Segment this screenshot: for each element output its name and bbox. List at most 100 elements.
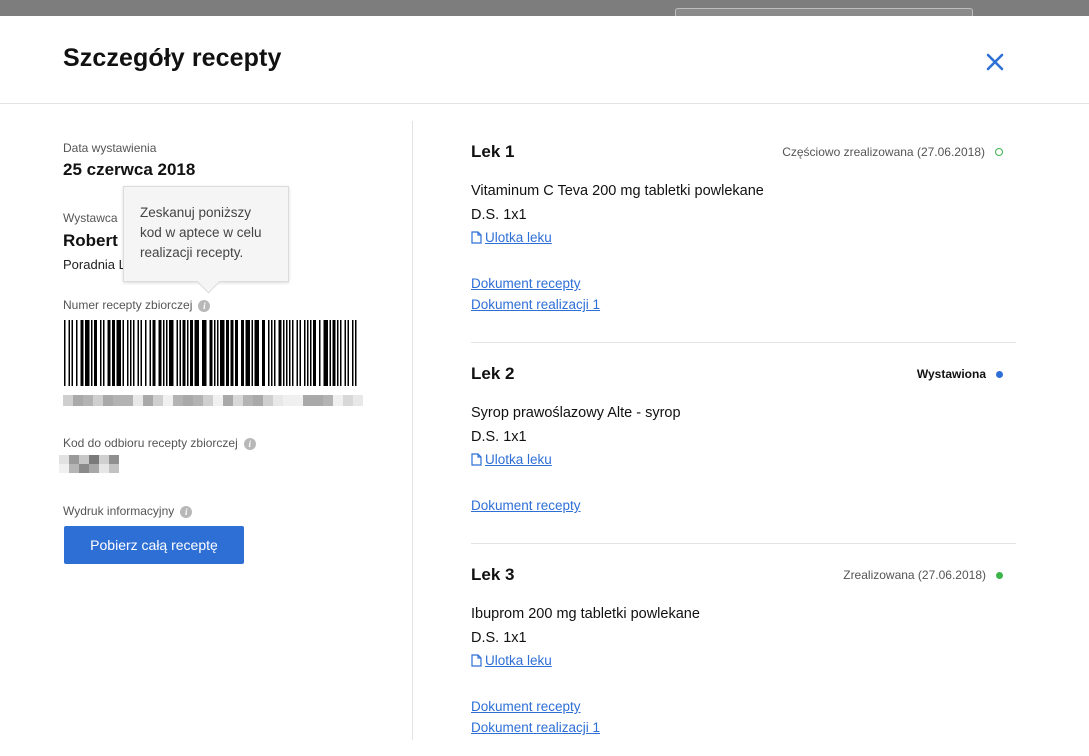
info-icon[interactable]: i <box>198 299 211 312</box>
barcode-tooltip: Zeskanuj poniższy kod w aptece w celu re… <box>123 186 289 282</box>
barcode-bar <box>241 320 244 386</box>
partial-status-dot <box>995 148 1003 156</box>
close-icon <box>986 53 1004 71</box>
barcode-bar <box>166 320 168 386</box>
redacted-pixel <box>103 395 113 406</box>
redacted-pixel <box>263 395 273 406</box>
barcode-bar <box>310 320 312 386</box>
download-prescription-button[interactable]: Pobierz całą receptę <box>64 526 244 564</box>
barcode-bar <box>304 320 306 386</box>
redacted-pixel <box>303 395 313 406</box>
barcode-bar <box>100 320 102 386</box>
redacted-pixel <box>313 395 323 406</box>
prescription-document-link[interactable]: Dokument recepty <box>471 498 581 513</box>
barcode-bar <box>254 320 259 386</box>
medication-card: Lek 1 Częściowo zrealizowana (27.06.2018… <box>471 142 1016 322</box>
barcode-bar <box>286 320 288 386</box>
barcode-bar <box>352 320 354 386</box>
prescription-document-link[interactable]: Dokument recepty <box>471 699 581 714</box>
prescription-barcode <box>64 320 357 386</box>
barcode-bar <box>137 320 139 386</box>
redacted-pixel <box>323 395 333 406</box>
medication-name: Syrop prawoślazowy Alte - syrop <box>471 405 681 421</box>
pickup-code-redacted <box>59 455 119 473</box>
column-divider <box>412 121 413 740</box>
barcode-bar <box>226 320 229 386</box>
barcode-bar <box>296 320 298 386</box>
barcode-bar <box>319 320 321 386</box>
leaflet-link-text: Ulotka leku <box>485 653 552 668</box>
barcode-bar <box>245 320 250 386</box>
info-icon[interactable]: i <box>180 505 193 518</box>
redacted-pixel <box>233 395 243 406</box>
barcode-bar <box>127 320 129 386</box>
barcode-bar <box>176 320 178 386</box>
pickup-code-label: Kod do odbioru recepty zbiorczej i <box>63 436 256 450</box>
barcode-bar <box>149 320 151 386</box>
medication-name: Ibuprom 200 mg tabletki powlekane <box>471 606 700 622</box>
document-icon <box>471 453 482 466</box>
barcode-bar <box>140 320 142 386</box>
medication-card: Lek 3 Zrealizowana (27.06.2018) Ibuprom … <box>471 565 1016 745</box>
medication-status: Zrealizowana (27.06.2018) <box>843 568 1003 582</box>
leaflet-link-text: Ulotka leku <box>485 230 552 245</box>
redacted-pixel <box>93 395 103 406</box>
medication-card: Lek 2 Wystawiona Syrop prawoślazowy Alte… <box>471 364 1016 524</box>
redacted-pixel <box>113 395 123 406</box>
printout-label-text: Wydruk informacyjny <box>63 504 175 518</box>
leaflet-link[interactable]: Ulotka leku <box>471 452 552 467</box>
pickup-code-label-text: Kod do odbioru recepty zbiorczej <box>63 436 238 450</box>
barcode-bar <box>340 320 342 386</box>
barcode-bar <box>71 320 73 386</box>
barcode-bar <box>91 320 93 386</box>
barcode-bar <box>209 320 213 386</box>
redacted-pixel <box>353 395 363 406</box>
leaflet-link[interactable]: Ulotka leku <box>471 653 552 668</box>
fulfilled-status-dot <box>996 571 1003 579</box>
status-text: Wystawiona <box>916 367 986 381</box>
info-icon[interactable]: i <box>243 437 256 450</box>
fulfilment-document-link[interactable]: Dokument realizacji 1 <box>471 297 600 312</box>
barcode-bar <box>307 320 309 386</box>
collective-number-label: Numer recepty zbiorczej i <box>63 298 211 312</box>
barcode-bar <box>323 320 328 386</box>
barcode-bar <box>80 320 84 386</box>
printout-label: Wydruk informacyjny i <box>63 504 193 518</box>
barcode-bar <box>76 320 78 386</box>
close-button[interactable] <box>982 49 1008 75</box>
redacted-pixel <box>173 395 183 406</box>
barcode-bar <box>169 320 174 386</box>
barcode-bar <box>158 320 162 386</box>
collective-number-label-text: Numer recepty zbiorczej <box>63 298 193 312</box>
barcode-bar <box>214 320 216 386</box>
barcode-bar <box>122 320 124 386</box>
issue-date-value: 25 czerwca 2018 <box>63 160 196 179</box>
barcode-bar <box>271 320 273 386</box>
barcode-bar <box>194 320 199 386</box>
medication-dosage: D.S. 1x1 <box>471 429 527 445</box>
barcode-number-redacted <box>63 395 363 406</box>
prescription-document-link[interactable]: Dokument recepty <box>471 276 581 291</box>
redacted-pixel <box>273 395 283 406</box>
fulfilment-document-link[interactable]: Dokument realizacji 1 <box>471 720 600 735</box>
barcode-bar <box>202 320 207 386</box>
redacted-pixel <box>183 395 193 406</box>
redacted-pixel <box>143 395 153 406</box>
barcode-bar <box>187 320 189 386</box>
barcode-bar <box>313 320 316 386</box>
barcode-bar <box>299 320 301 386</box>
redacted-pixel <box>213 395 223 406</box>
barcode-bar <box>262 320 265 386</box>
leaflet-link[interactable]: Ulotka leku <box>471 230 552 245</box>
barcode-bar <box>230 320 234 386</box>
barcode-bar <box>85 320 90 386</box>
medication-name: Vitaminum C Teva 200 mg tabletki powleka… <box>471 183 764 199</box>
medication-divider <box>471 543 1016 544</box>
barcode-bar <box>103 320 105 386</box>
redacted-pixel <box>133 395 143 406</box>
barcode-bar <box>274 320 276 386</box>
barcode-bar <box>251 320 253 386</box>
barcode-bar <box>355 320 357 386</box>
barcode-bar <box>145 320 147 386</box>
redacted-pixel <box>123 395 133 406</box>
